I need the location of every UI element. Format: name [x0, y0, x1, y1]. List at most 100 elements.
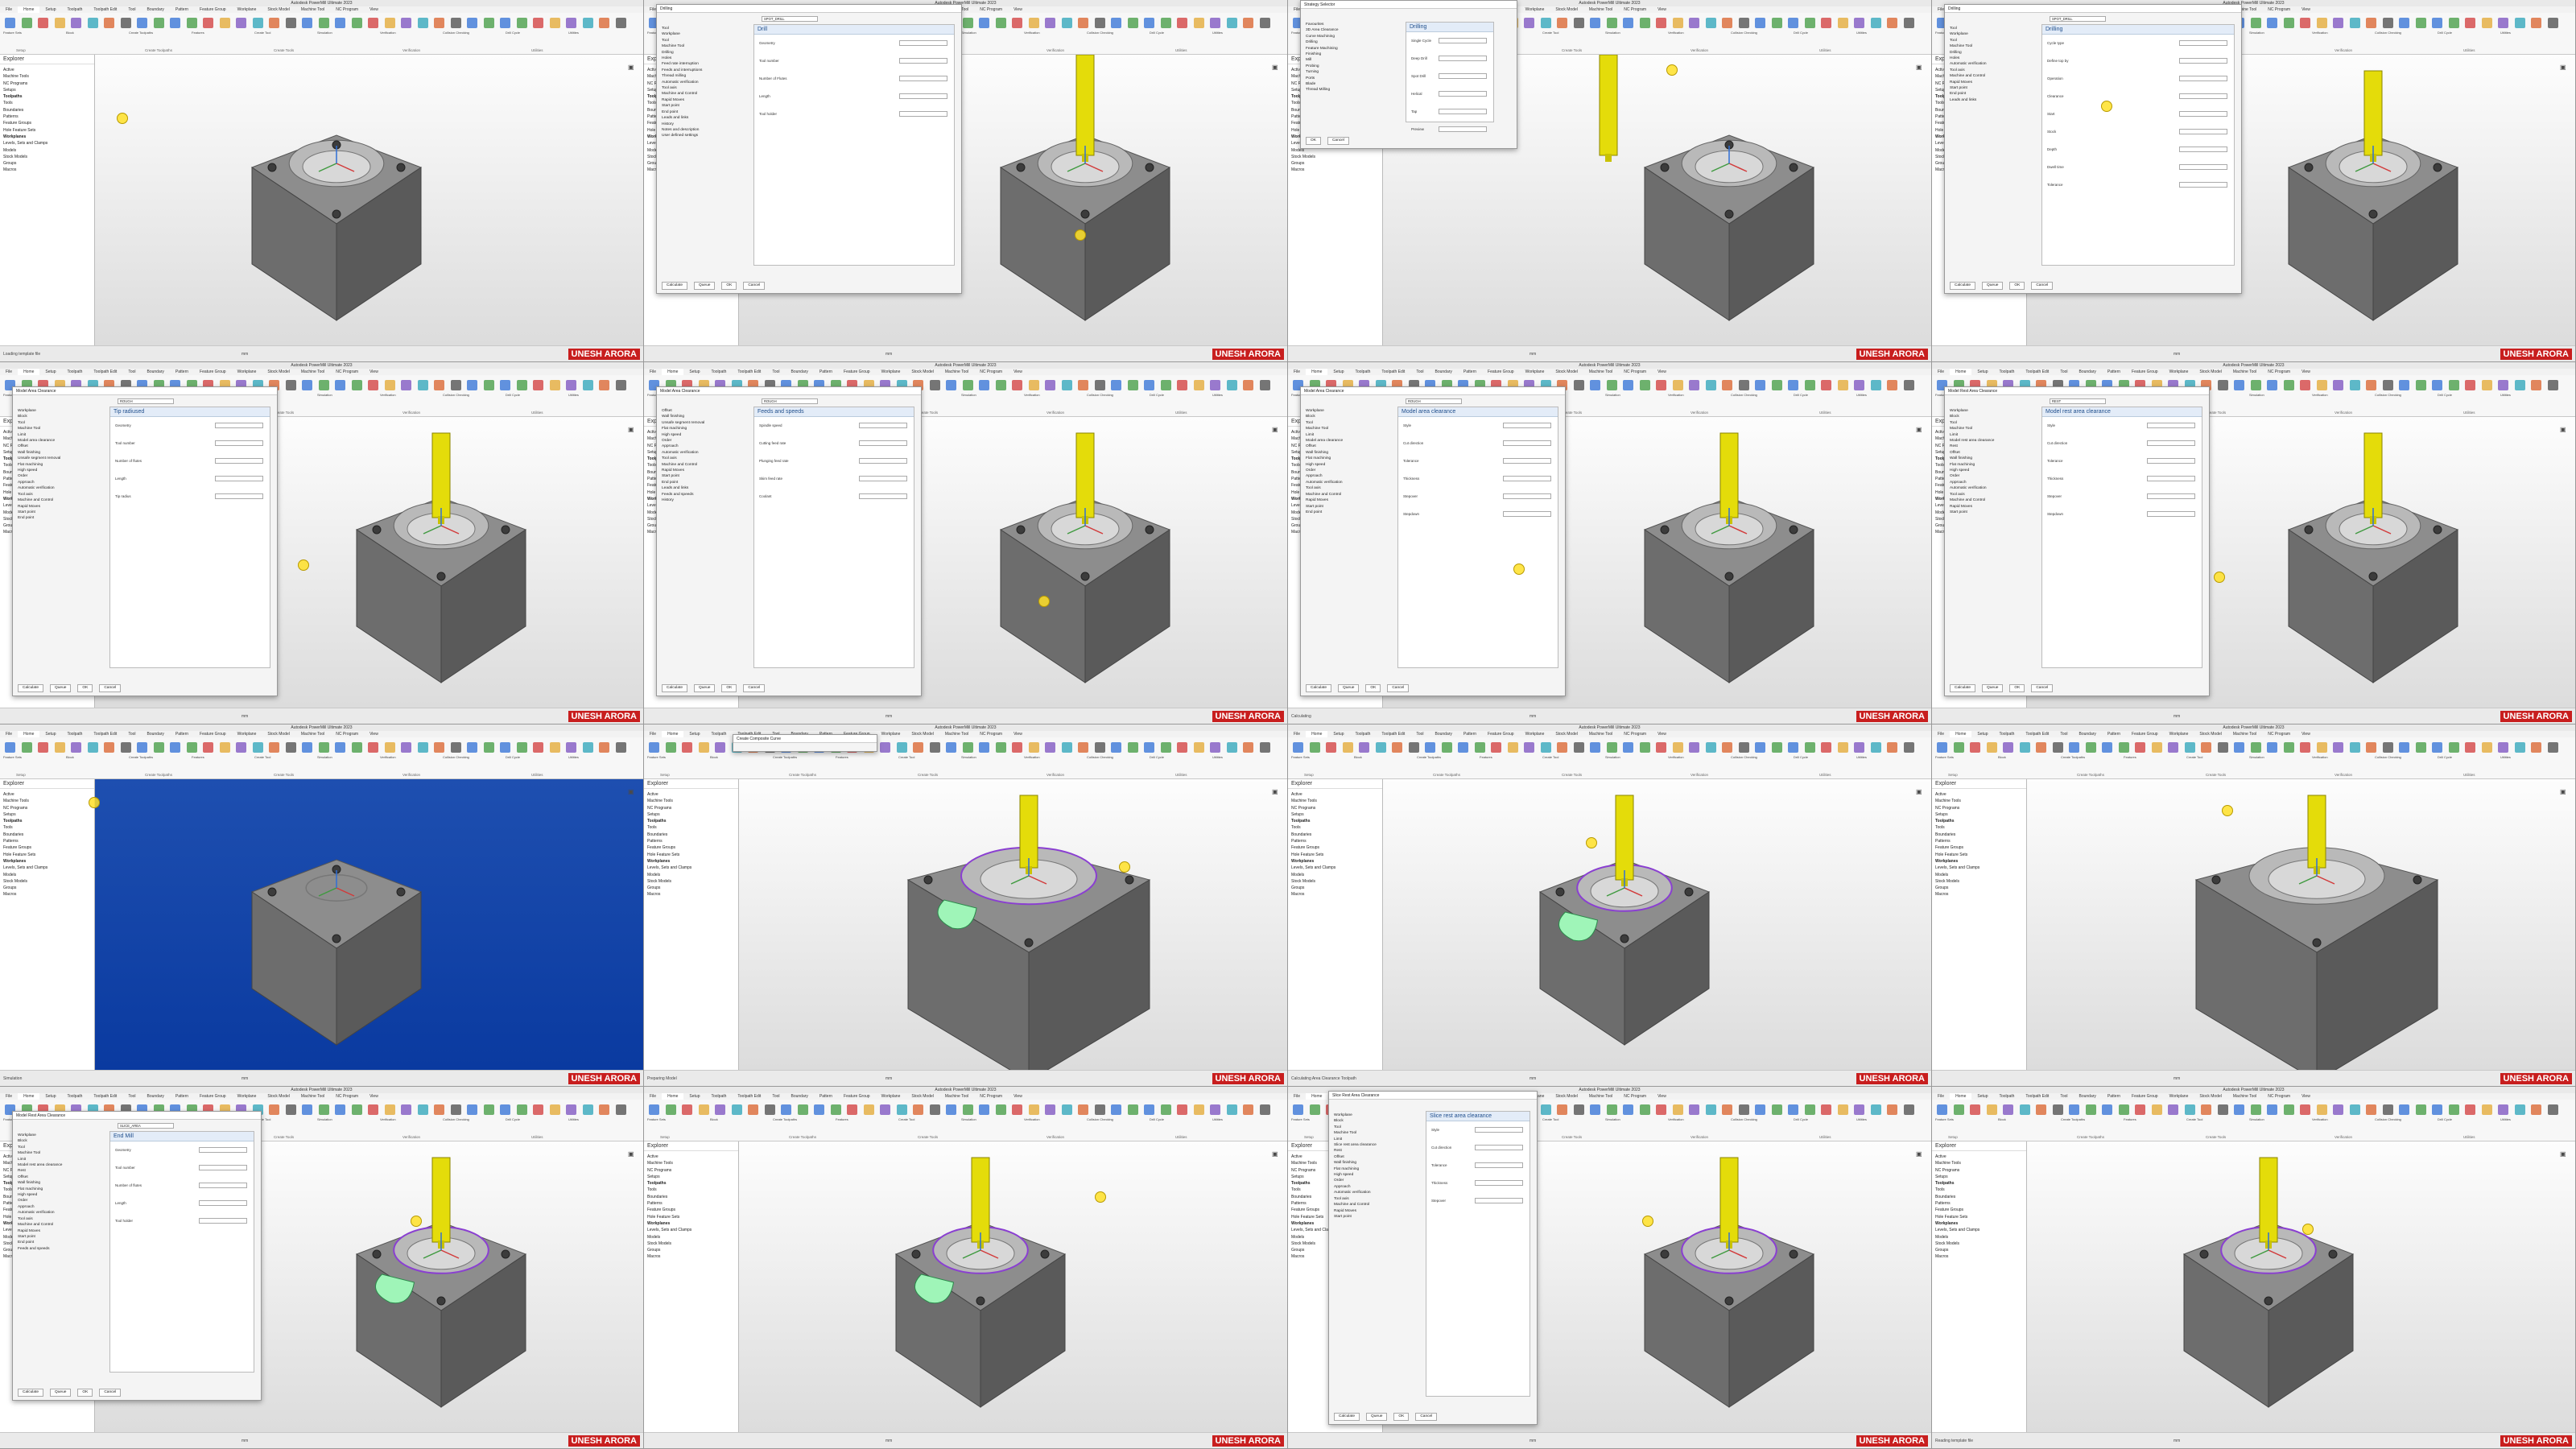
ribbon-tool-icon[interactable]: [1226, 18, 1237, 28]
dialog-button-ok[interactable]: OK: [1306, 137, 1321, 145]
graphics-viewport[interactable]: ▣: [95, 779, 643, 1071]
menu-item-feature-group[interactable]: Feature Group: [2126, 369, 2164, 375]
explorer-item-toolpaths[interactable]: Toolpaths: [647, 1180, 735, 1187]
explorer-item-hole-feature-sets[interactable]: Hole Feature Sets: [647, 1214, 735, 1220]
ribbon-tool-icon[interactable]: [715, 1104, 725, 1115]
ribbon-tool-icon[interactable]: [2283, 742, 2294, 753]
strategy-tree-item[interactable]: Order: [662, 438, 704, 444]
strategy-tree-item[interactable]: Feeds and speeds: [18, 1246, 62, 1252]
menu-item-toolpath[interactable]: Toolpath: [705, 1093, 732, 1100]
ribbon-tool-icon[interactable]: [1788, 18, 1798, 28]
menu-item-setup[interactable]: Setup: [39, 6, 61, 13]
strategy-tree-item[interactable]: Approach: [1334, 1184, 1377, 1190]
explorer-item-toolpaths[interactable]: Toolpaths: [1291, 818, 1379, 824]
ribbon-tool-icon[interactable]: [1854, 742, 1864, 753]
ribbon-tool-icon[interactable]: [21, 742, 32, 753]
ribbon-tool-icon[interactable]: [2531, 18, 2541, 28]
strategy-tree-item[interactable]: Unsafe segment removal: [662, 420, 704, 426]
menu-item-setup[interactable]: Setup: [39, 1093, 61, 1100]
ribbon-tool-icon[interactable]: [1210, 380, 1220, 390]
menu-item-nc-program[interactable]: NC Program: [1618, 731, 1652, 737]
menu-item-tool[interactable]: Tool: [122, 1093, 141, 1100]
ribbon-tool-icon[interactable]: [1738, 742, 1749, 753]
menu-item-workplane[interactable]: Workplane: [232, 6, 262, 13]
ribbon-tool-icon[interactable]: [2399, 380, 2409, 390]
dialog-button-cancel[interactable]: Cancel: [2031, 684, 2054, 692]
ribbon-tool-icon[interactable]: [351, 1104, 362, 1115]
ribbon-tool-icon[interactable]: [2069, 1104, 2079, 1115]
ribbon-tool-icon[interactable]: [1953, 742, 1964, 753]
strategy-tree-item[interactable]: Machine and Control: [662, 91, 702, 97]
explorer-item-groups[interactable]: Groups: [3, 160, 91, 167]
strategy-tree-item[interactable]: High speed: [1334, 1172, 1377, 1178]
ribbon-tool-icon[interactable]: [1540, 1104, 1551, 1115]
menu-item-workplane[interactable]: Workplane: [1520, 369, 1550, 375]
ribbon-tool-icon[interactable]: [2498, 742, 2508, 753]
ribbon-tool-icon[interactable]: [2184, 1104, 2195, 1115]
strategy-tree-item[interactable]: Probing: [1306, 64, 1339, 69]
ribbon-tool-icon[interactable]: [1177, 18, 1187, 28]
toolpath-name-field[interactable]: SPOT_DRILL: [2050, 16, 2106, 22]
menu-item-setup[interactable]: Setup: [683, 369, 705, 375]
explorer-item-stock-models[interactable]: Stock Models: [1935, 878, 2023, 885]
ribbon-tool-icon[interactable]: [2300, 380, 2310, 390]
ribbon-tool-icon[interactable]: [1656, 18, 1666, 28]
menu-item-toolpath[interactable]: Toolpath: [1993, 369, 2020, 375]
strategy-tree-item[interactable]: Start point: [1306, 504, 1343, 510]
strategy-tree-item[interactable]: Start point: [18, 510, 60, 515]
ribbon-tool-icon[interactable]: [2316, 1104, 2327, 1115]
ribbon-tool-icon[interactable]: [467, 1104, 477, 1115]
strategy-tree-item[interactable]: Curve Machining: [1306, 34, 1339, 39]
ribbon-tool-icon[interactable]: [649, 1104, 659, 1115]
ribbon-tool-icon[interactable]: [1937, 1104, 1947, 1115]
ribbon-tool-icon[interactable]: [566, 742, 576, 753]
ribbon-tool-icon[interactable]: [467, 380, 477, 390]
ribbon-tool-icon[interactable]: [1392, 742, 1402, 753]
explorer-item-machine-tools[interactable]: Machine Tools: [1291, 798, 1379, 804]
explorer-item-tools[interactable]: Tools: [1935, 824, 2023, 831]
ribbon-tool-icon[interactable]: [649, 742, 659, 753]
ribbon-tool-icon[interactable]: [1028, 18, 1039, 28]
ribbon-tool-icon[interactable]: [962, 1104, 973, 1115]
dialog-button-queue[interactable]: Queue: [1982, 684, 2004, 692]
strategy-tree-item[interactable]: Automatic verification: [1950, 61, 1987, 67]
graphics-viewport[interactable]: ▣: [2027, 779, 2575, 1082]
menu-item-toolpath[interactable]: Toolpath: [61, 731, 88, 737]
ribbon-tool-icon[interactable]: [467, 742, 477, 753]
explorer-item-tools[interactable]: Tools: [3, 824, 91, 831]
menu-item-machine-tool[interactable]: Machine Tool: [1583, 1093, 1618, 1100]
menu-item-feature-group[interactable]: Feature Group: [2126, 1093, 2164, 1100]
menu-item-stock-model[interactable]: Stock Model: [262, 731, 295, 737]
ribbon-tool-icon[interactable]: [2547, 742, 2558, 753]
strategy-tree-item[interactable]: Wall finishing: [1306, 450, 1343, 456]
menu-item-file[interactable]: File: [0, 731, 18, 737]
ribbon-tool-icon[interactable]: [285, 1104, 296, 1115]
explorer-item-boundaries[interactable]: Boundaries: [1291, 832, 1379, 838]
dialog-button-cancel[interactable]: Cancel: [743, 282, 766, 290]
ribbon-tool-icon[interactable]: [1821, 742, 1831, 753]
ribbon-tool-icon[interactable]: [1293, 1104, 1303, 1115]
ribbon-tool-icon[interactable]: [1639, 1104, 1650, 1115]
strategy-tree-item[interactable]: High speed: [1306, 462, 1343, 468]
strategy-tree-item[interactable]: Limit: [18, 1157, 62, 1162]
explorer-item-patterns[interactable]: Patterns: [1935, 838, 2023, 844]
strategy-tree-item[interactable]: Holes: [1950, 56, 1987, 61]
ribbon-tool-icon[interactable]: [417, 380, 428, 390]
menu-item-toolpath-edit[interactable]: Toolpath Edit: [732, 1093, 766, 1100]
ribbon-tool-icon[interactable]: [368, 1104, 378, 1115]
ribbon-tool-icon[interactable]: [1408, 742, 1419, 753]
ribbon-tool-icon[interactable]: [2415, 18, 2426, 28]
ribbon-tool-icon[interactable]: [2217, 380, 2228, 390]
ribbon-tool-icon[interactable]: [38, 18, 48, 28]
menu-item-toolpath[interactable]: Toolpath: [705, 369, 732, 375]
ribbon-tool-icon[interactable]: [599, 1104, 609, 1115]
menu-item-workplane[interactable]: Workplane: [1520, 731, 1550, 737]
ribbon-tool-icon[interactable]: [1639, 742, 1650, 753]
ribbon-tool-icon[interactable]: [516, 18, 527, 28]
ribbon-tool-icon[interactable]: [1573, 18, 1584, 28]
field-input[interactable]: [2179, 76, 2227, 81]
ribbon-tool-icon[interactable]: [1425, 742, 1435, 753]
ribbon-tool-icon[interactable]: [1854, 380, 1864, 390]
explorer-item-hole-feature-sets[interactable]: Hole Feature Sets: [3, 127, 91, 134]
explorer-item-workplanes[interactable]: Workplanes: [1291, 858, 1379, 865]
